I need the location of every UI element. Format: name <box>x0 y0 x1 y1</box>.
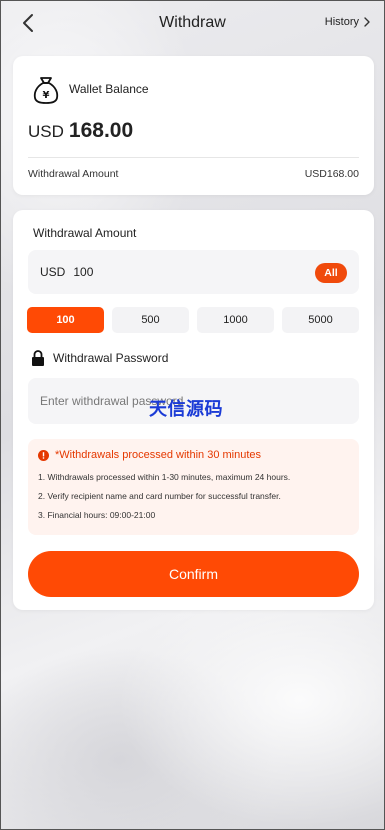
all-button[interactable]: All <box>315 263 347 283</box>
confirm-button[interactable]: Confirm <box>28 551 359 597</box>
preset-100-button[interactable]: 100 <box>27 307 104 333</box>
notice-title: *Withdrawals processed within 30 minutes <box>55 449 262 461</box>
chevron-right-icon <box>364 17 370 27</box>
amount-input[interactable]: USD 100 All <box>28 250 359 294</box>
lock-icon <box>32 350 44 366</box>
amount-value: 100 <box>73 265 94 279</box>
history-link[interactable]: History <box>325 16 371 28</box>
password-input[interactable] <box>28 378 359 424</box>
svg-text:¥: ¥ <box>43 90 50 101</box>
amount-presets: 100 500 1000 5000 <box>27 307 359 333</box>
withdrawal-amount-value: USD168.00 <box>304 168 359 180</box>
page-title: Withdraw <box>159 14 226 31</box>
chevron-left-icon <box>23 14 33 32</box>
withdraw-form-card: Withdrawal Amount USD 100 All 100 500 10… <box>13 210 374 610</box>
divider <box>28 157 359 158</box>
notice-line: 3. Financial hours: 09:00-21:00 <box>38 510 156 520</box>
back-button[interactable] <box>18 11 40 35</box>
withdrawal-amount-label: Withdrawal Amount <box>28 168 119 180</box>
balance-amount: 168.00 <box>68 119 134 142</box>
amount-currency: USD <box>40 265 66 279</box>
password-label: Withdrawal Password <box>53 351 169 365</box>
password-label-row: Withdrawal Password <box>31 350 168 366</box>
balance-display: USD 168.00 <box>28 119 133 143</box>
notice-line: 2. Verify recipient name and card number… <box>38 491 281 501</box>
header: Withdraw History <box>0 0 385 46</box>
money-bag-icon: ¥ <box>33 77 59 104</box>
withdrawal-amount-row: Withdrawal Amount USD168.00 <box>28 168 359 180</box>
history-label: History <box>324 16 359 28</box>
wallet-balance-label: Wallet Balance <box>69 82 149 96</box>
info-icon <box>38 449 49 461</box>
wallet-balance-card: ¥ Wallet Balance USD 168.00 Withdrawal A… <box>13 56 374 195</box>
notice-box: *Withdrawals processed within 30 minutes… <box>28 439 359 535</box>
notice-line: 1. Withdrawals processed within 1-30 min… <box>38 472 291 482</box>
notice-title-row: *Withdrawals processed within 30 minutes <box>38 449 261 461</box>
preset-500-button[interactable]: 500 <box>112 307 189 333</box>
preset-5000-button[interactable]: 5000 <box>282 307 359 333</box>
balance-currency: USD <box>28 122 64 141</box>
amount-section-label: Withdrawal Amount <box>33 226 137 240</box>
preset-1000-button[interactable]: 1000 <box>197 307 274 333</box>
